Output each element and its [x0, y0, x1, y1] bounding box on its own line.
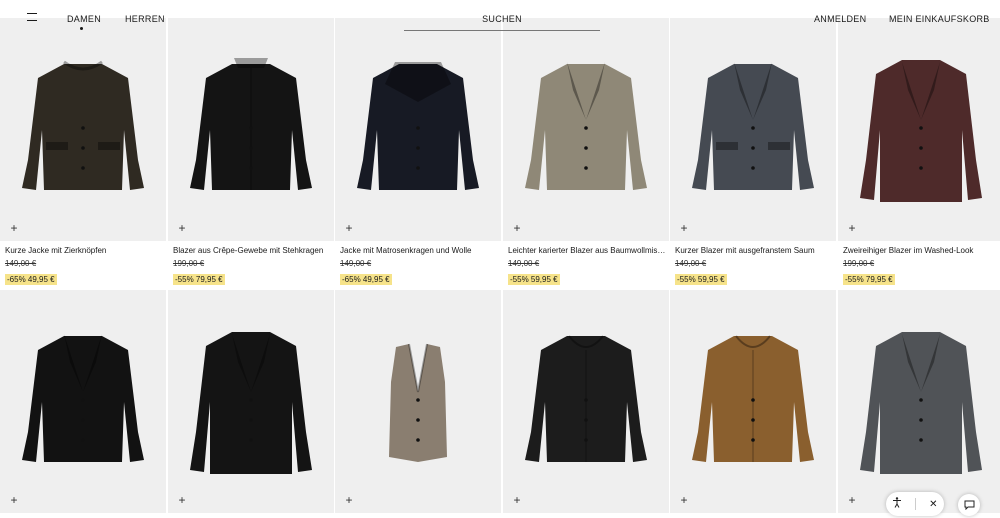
product-image[interactable]: + [838, 18, 1000, 241]
plus-icon[interactable]: + [678, 222, 690, 234]
plus-icon[interactable]: + [511, 494, 523, 506]
garment-illustration [692, 61, 814, 190]
product-image[interactable]: + [335, 18, 501, 241]
plus-icon[interactable]: + [8, 494, 20, 506]
garment-illustration [190, 331, 312, 474]
product-image[interactable]: + [0, 18, 166, 241]
login-link[interactable]: ANMELDEN [814, 14, 866, 24]
chat-icon[interactable] [958, 494, 980, 516]
garment-illustration [357, 61, 479, 190]
active-indicator [80, 27, 83, 30]
product-image[interactable]: + [670, 290, 836, 513]
divider [915, 498, 917, 510]
plus-icon[interactable]: + [678, 494, 690, 506]
nav-damen[interactable]: DAMEN [67, 14, 101, 24]
plus-icon[interactable]: + [8, 222, 20, 234]
sale-price-badge: -55% 79,95 € [173, 274, 225, 285]
product-image[interactable]: + [168, 18, 334, 241]
original-price: 149,00 € [508, 259, 540, 268]
garment-illustration [860, 331, 982, 474]
sale-price-badge: -65% 49,95 € [340, 274, 392, 285]
plus-icon[interactable]: + [176, 494, 188, 506]
nav-herren[interactable]: HERREN [125, 14, 165, 24]
header: DAMEN HERREN SUCHEN ANMELDEN MEIN EINKAU… [0, 0, 1000, 31]
original-price: 199,00 € [843, 259, 875, 268]
product-name[interactable]: Kurze Jacke mit Zierknöpfen [5, 246, 163, 256]
product-info: Jacke mit Matrosenkragen und Wolle 149,00… [340, 246, 498, 287]
product-image[interactable]: + [0, 290, 166, 513]
close-icon[interactable]: ✕ [929, 499, 937, 510]
product-image[interactable]: + [503, 18, 669, 241]
garment-illustration [692, 334, 814, 462]
garment-illustration [389, 343, 447, 462]
original-price: 149,00 € [675, 259, 707, 268]
garment-illustration [22, 333, 144, 462]
product-name[interactable]: Blazer aus Crêpe-Gewebe mit Stehkragen [173, 246, 331, 256]
sale-price-badge: -55% 79,95 € [843, 274, 895, 285]
garment-illustration [22, 60, 144, 190]
accessibility-widget[interactable]: ✕ [886, 492, 944, 516]
plus-icon[interactable]: + [511, 222, 523, 234]
product-name[interactable]: Jacke mit Matrosenkragen und Wolle [340, 246, 498, 256]
sale-price-badge: -55% 59,95 € [508, 274, 560, 285]
product-info: Kurzer Blazer mit ausgefranstem Saum 149,… [675, 246, 833, 287]
cart-link[interactable]: MEIN EINKAUFSKORB [889, 14, 990, 24]
plus-icon[interactable]: + [343, 222, 355, 234]
garment-illustration [525, 61, 647, 190]
product-name[interactable]: Kurzer Blazer mit ausgefranstem Saum [675, 246, 833, 256]
accessibility-icon[interactable] [892, 497, 902, 511]
garment-illustration [860, 59, 982, 202]
product-info: Kurze Jacke mit Zierknöpfen 149,00 € -65% … [5, 246, 163, 287]
product-info: Blazer aus Crêpe-Gewebe mit Stehkragen 19… [173, 246, 331, 287]
garment-illustration [190, 57, 312, 190]
product-image[interactable]: + [168, 290, 334, 513]
plus-icon[interactable]: + [846, 222, 858, 234]
product-info: Leichter karierter Blazer aus Baumwollmi… [508, 246, 666, 287]
plus-icon[interactable]: + [176, 222, 188, 234]
search-input[interactable]: SUCHEN [404, 14, 600, 31]
original-price: 149,00 € [5, 259, 37, 268]
original-price: 149,00 € [340, 259, 372, 268]
garment-illustration [525, 334, 647, 462]
product-info: Zweireihiger Blazer im Washed-Look 199,00… [843, 246, 1000, 287]
product-image[interactable]: + [838, 290, 1000, 513]
product-name[interactable]: Leichter karierter Blazer aus Baumwollmi… [508, 246, 666, 256]
plus-icon[interactable]: + [343, 494, 355, 506]
product-image[interactable]: + [670, 18, 836, 241]
sale-price-badge: -65% 49,95 € [5, 274, 57, 285]
product-image[interactable]: + [335, 290, 501, 513]
original-price: 199,00 € [173, 259, 205, 268]
plus-icon[interactable]: + [846, 494, 858, 506]
sale-price-badge: -55% 59,95 € [675, 274, 727, 285]
product-name[interactable]: Zweireihiger Blazer im Washed-Look [843, 246, 1000, 256]
hamburger-menu-icon[interactable] [27, 13, 39, 22]
product-image[interactable]: + [503, 290, 669, 513]
